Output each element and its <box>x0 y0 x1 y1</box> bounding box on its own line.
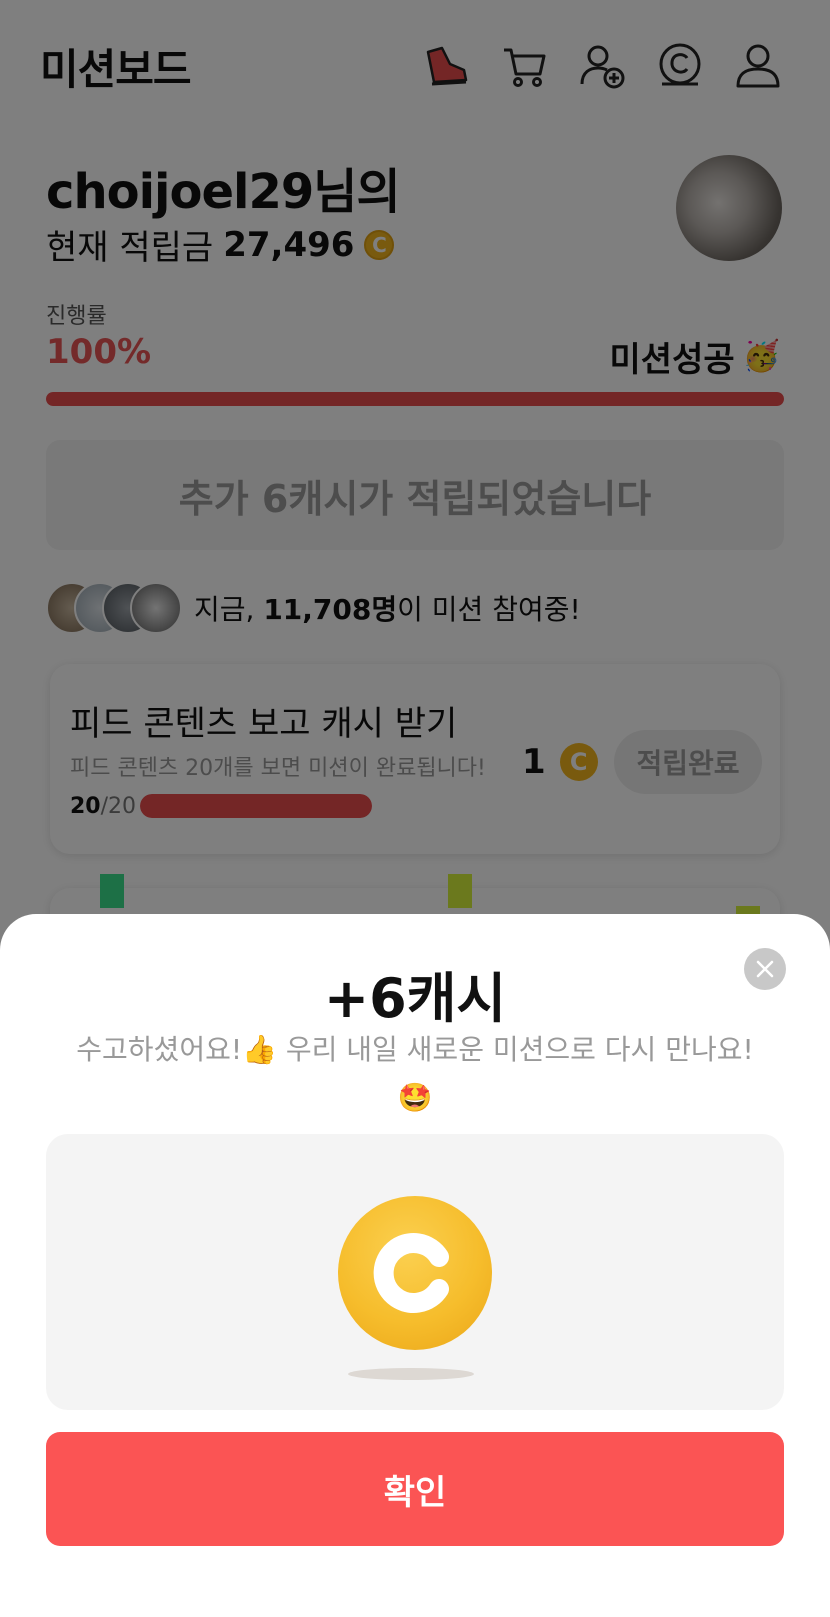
coin-illustration-panel <box>46 1134 784 1410</box>
confirm-button[interactable]: 확인 <box>46 1432 784 1546</box>
mission-board-page: 미션보드 <box>0 0 830 1617</box>
coin-shadow <box>348 1368 474 1380</box>
reward-bottom-sheet: +6캐시 수고하셨어요!👍 우리 내일 새로운 미션으로 다시 만나요! 🤩 확… <box>0 914 830 1617</box>
reward-message-text: 수고하셨어요!👍 우리 내일 새로운 미션으로 다시 만나요! <box>76 1033 754 1066</box>
reward-title: +6캐시 <box>323 967 507 1030</box>
big-coin-icon <box>338 1196 492 1350</box>
reward-message: 수고하셨어요!👍 우리 내일 새로운 미션으로 다시 만나요! 🤩 <box>60 1026 770 1122</box>
star-eyes-emoji-icon: 🤩 <box>397 1081 433 1114</box>
